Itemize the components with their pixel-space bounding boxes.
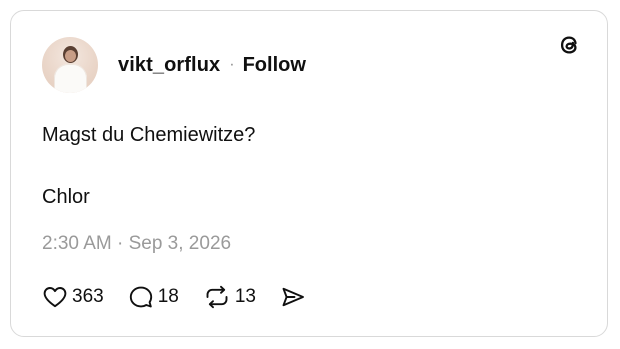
heart-icon xyxy=(42,285,68,309)
reply-count: 18 xyxy=(157,286,179,307)
post-timestamp[interactable]: 2:30 AM · Sep 3, 2026 xyxy=(42,233,231,255)
speech-bubble-icon xyxy=(128,285,154,309)
post-header: vikt_orflux · Follow xyxy=(42,37,306,93)
avatar-face xyxy=(65,50,76,62)
action-bar: 363 18 13 xyxy=(42,283,330,311)
send-icon xyxy=(280,285,306,309)
follow-button[interactable]: Follow xyxy=(243,54,306,77)
like-button[interactable]: 363 xyxy=(42,285,104,309)
post-body: Magst du Chemiewitze? Chlor xyxy=(42,121,255,211)
avatar-body xyxy=(54,64,87,93)
separator-dot: · xyxy=(229,56,235,73)
post-text-line2: Chlor xyxy=(42,186,90,208)
post-text-line1: Magst du Chemiewitze? xyxy=(42,124,256,146)
avatar[interactable] xyxy=(42,37,98,93)
like-count: 363 xyxy=(72,286,104,307)
reply-button[interactable]: 18 xyxy=(128,285,179,309)
threads-logo-icon[interactable] xyxy=(556,32,582,58)
repost-icon xyxy=(203,285,231,309)
username[interactable]: vikt_orflux xyxy=(118,54,220,77)
repost-count: 13 xyxy=(234,286,256,307)
post-card: vikt_orflux · Follow Magst du Chemiewitz… xyxy=(10,10,608,337)
repost-button[interactable]: 13 xyxy=(203,285,256,309)
share-button[interactable] xyxy=(280,285,306,309)
